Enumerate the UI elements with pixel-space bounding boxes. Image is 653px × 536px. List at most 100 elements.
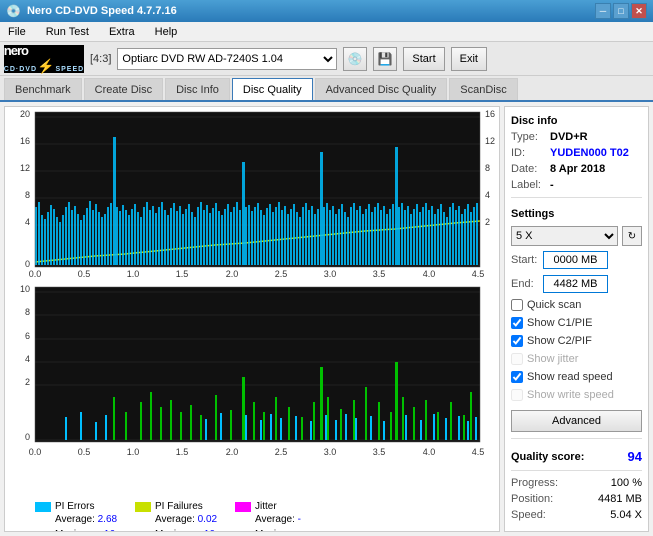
- disc-id-row: ID: YUDEN000 T02: [511, 147, 642, 159]
- start-label: Start:: [511, 254, 539, 266]
- minimize-button[interactable]: ─: [595, 3, 611, 19]
- tab-advanced-disc-quality[interactable]: Advanced Disc Quality: [315, 78, 448, 100]
- drive-select[interactable]: Optiarc DVD RW AD-7240S 1.04: [117, 48, 337, 70]
- svg-text:16: 16: [485, 109, 495, 119]
- divider3: [511, 470, 642, 471]
- tab-create-disc[interactable]: Create Disc: [84, 78, 163, 100]
- legend-pi-failures: PI Failures Average: 0.02 Maximum: 10 To…: [135, 501, 225, 532]
- pi-errors-max-label: Maximum:: [55, 529, 101, 532]
- menu-run-test[interactable]: Run Test: [42, 24, 93, 40]
- svg-text:12: 12: [20, 163, 30, 173]
- speed-display-value: 5.04 X: [610, 509, 642, 521]
- svg-text:2: 2: [25, 377, 30, 387]
- menu-bar: File Run Test Extra Help: [0, 22, 653, 42]
- disc-type-label: Type:: [511, 131, 546, 143]
- legend-po-failures: PO failures: -: [335, 501, 425, 532]
- refresh-button[interactable]: ↻: [622, 226, 642, 246]
- nero-logo: nero CD·DVD⚡SPEED: [4, 45, 84, 73]
- jitter-max-value: -: [304, 529, 307, 532]
- disc-date-row: Date: 8 Apr 2018: [511, 163, 642, 175]
- start-button[interactable]: Start: [403, 47, 444, 71]
- position-value: 4481 MB: [598, 493, 642, 505]
- show-write-speed-row: Show write speed: [511, 389, 642, 401]
- quick-scan-row: Quick scan: [511, 299, 642, 311]
- pi-errors-max-value: 16: [104, 529, 115, 532]
- tab-disc-info[interactable]: Disc Info: [165, 78, 230, 100]
- main-chart: 20 16 12 8 4 0 16 12 8 4 2: [5, 107, 495, 497]
- progress-value: 100 %: [611, 477, 642, 489]
- maximize-button[interactable]: □: [613, 3, 629, 19]
- svg-text:20: 20: [20, 109, 30, 119]
- speed-display-row: Speed: 5.04 X: [511, 509, 642, 521]
- svg-text:2.5: 2.5: [275, 269, 288, 279]
- disc-icon-button[interactable]: 💿: [343, 47, 367, 71]
- end-label: End:: [511, 278, 539, 290]
- tab-benchmark[interactable]: Benchmark: [4, 78, 82, 100]
- app-title: Nero CD-DVD Speed 4.7.7.16: [27, 5, 177, 17]
- svg-text:6: 6: [25, 331, 30, 341]
- tab-scan-disc[interactable]: ScanDisc: [449, 78, 517, 100]
- ratio-label: [4:3]: [90, 53, 111, 65]
- show-c2-checkbox[interactable]: [511, 335, 523, 347]
- quality-row: Quality score: 94: [511, 449, 642, 464]
- exit-button[interactable]: Exit: [451, 47, 487, 71]
- tab-disc-quality[interactable]: Disc Quality: [232, 78, 313, 100]
- disc-date-value: 8 Apr 2018: [550, 163, 605, 175]
- right-panel: Disc info Type: DVD+R ID: YUDEN000 T02 D…: [504, 106, 649, 532]
- start-input[interactable]: [543, 251, 608, 269]
- svg-text:3.0: 3.0: [324, 269, 337, 279]
- disc-label-row: Label: -: [511, 179, 642, 191]
- disc-type-value: DVD+R: [550, 131, 588, 143]
- disc-id-value: YUDEN000 T02: [550, 147, 629, 159]
- quick-scan-checkbox[interactable]: [511, 299, 523, 311]
- legend-pi-errors: PI Errors Average: 2.68 Maximum: 16 Tota…: [35, 501, 125, 532]
- legend-jitter: Jitter Average: - Maximum: -: [235, 501, 325, 532]
- show-jitter-checkbox[interactable]: [511, 353, 523, 365]
- show-c1-row: Show C1/PIE: [511, 317, 642, 329]
- advanced-button[interactable]: Advanced: [511, 410, 642, 432]
- disc-date-label: Date:: [511, 163, 546, 175]
- jitter-max-label: Maximum:: [255, 529, 301, 532]
- start-mb-row: Start:: [511, 251, 642, 269]
- divider1: [511, 197, 642, 198]
- disc-label-label: Label:: [511, 179, 546, 191]
- menu-extra[interactable]: Extra: [105, 24, 139, 40]
- show-c2-row: Show C2/PIF: [511, 335, 642, 347]
- show-c1-checkbox[interactable]: [511, 317, 523, 329]
- disc-id-label: ID:: [511, 147, 546, 159]
- progress-row: Progress: 100 %: [511, 477, 642, 489]
- svg-text:2.0: 2.0: [226, 447, 239, 457]
- quick-scan-label: Quick scan: [527, 299, 581, 311]
- svg-text:4.0: 4.0: [423, 269, 436, 279]
- svg-text:4.0: 4.0: [423, 447, 436, 457]
- svg-text:3.0: 3.0: [324, 447, 337, 457]
- svg-text:4: 4: [485, 190, 490, 200]
- show-read-speed-checkbox[interactable]: [511, 371, 523, 383]
- svg-text:0.5: 0.5: [78, 269, 91, 279]
- svg-text:4: 4: [25, 354, 30, 364]
- show-write-speed-checkbox[interactable]: [511, 389, 523, 401]
- speed-select[interactable]: 5 X Max 1 X 2 X 4 X 8 X: [511, 226, 618, 246]
- pi-failures-max-value: 10: [204, 529, 215, 532]
- close-button[interactable]: ✕: [631, 3, 647, 19]
- disc-label-value: -: [550, 179, 554, 191]
- svg-text:1.0: 1.0: [127, 269, 140, 279]
- show-read-speed-row: Show read speed: [511, 371, 642, 383]
- speed-row: 5 X Max 1 X 2 X 4 X 8 X ↻: [511, 226, 642, 246]
- main-content: 20 16 12 8 4 0 16 12 8 4 2: [0, 102, 653, 536]
- svg-text:0.0: 0.0: [29, 269, 42, 279]
- svg-text:0: 0: [25, 259, 30, 269]
- svg-text:10: 10: [20, 284, 30, 294]
- quality-value: 94: [628, 449, 642, 464]
- speed-display-label: Speed:: [511, 509, 546, 521]
- end-input[interactable]: [543, 275, 608, 293]
- menu-help[interactable]: Help: [151, 24, 182, 40]
- svg-text:3.5: 3.5: [373, 269, 386, 279]
- svg-text:1.0: 1.0: [127, 447, 140, 457]
- tab-bar: Benchmark Create Disc Disc Info Disc Qua…: [0, 76, 653, 102]
- save-icon-button[interactable]: 💾: [373, 47, 397, 71]
- menu-file[interactable]: File: [4, 24, 30, 40]
- settings-title: Settings: [511, 208, 642, 220]
- pi-errors-avg-label: Average:: [55, 514, 95, 525]
- chart-area: 20 16 12 8 4 0 16 12 8 4 2: [4, 106, 500, 532]
